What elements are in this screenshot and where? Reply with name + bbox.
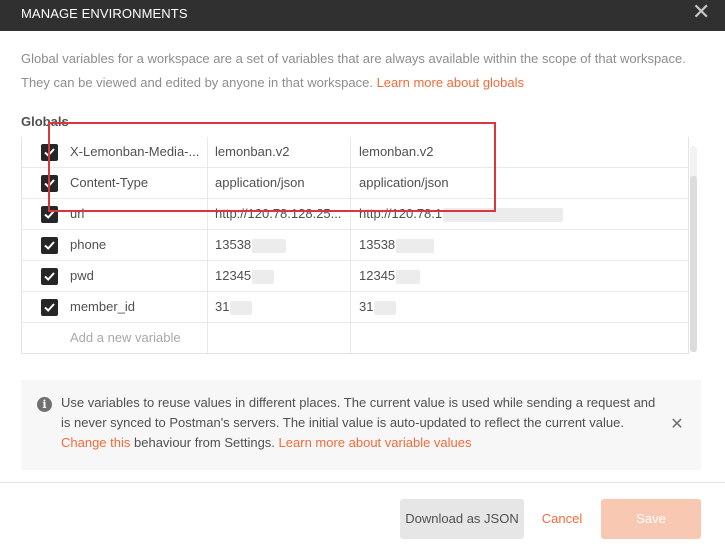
table-row: X-Lemonban-Media-... lemonban.v2 lemonba… <box>22 137 688 168</box>
variable-current-value[interactable]: 12345 <box>350 261 688 292</box>
globals-label: Globals <box>21 114 69 129</box>
variable-initial-value[interactable]: 31 <box>207 292 350 323</box>
row-enabled-checkbox[interactable] <box>41 144 58 161</box>
scrollbar-thumb[interactable] <box>690 176 697 352</box>
redaction-mark <box>443 207 564 222</box>
variable-current-value[interactable]: 31 <box>350 292 688 323</box>
variable-current-text: 12345 <box>359 268 396 283</box>
table-row: url http://120.78.128.25... http://120.7… <box>22 199 688 230</box>
checkbox-cell <box>22 137 60 168</box>
variable-key[interactable]: pwd <box>70 261 200 292</box>
variable-current-value[interactable]: lemonban.v2 <box>350 137 688 168</box>
variable-initial-text: 12345 <box>215 268 252 283</box>
variable-initial-value[interactable]: http://120.78.128.25... <box>207 199 350 230</box>
variable-initial-text: 13538 <box>215 237 252 252</box>
checkbox-cell <box>22 168 60 199</box>
checkbox-cell <box>22 199 60 230</box>
new-current-value-input[interactable] <box>350 323 688 353</box>
modal-footer: Download as JSON Cancel Save <box>0 482 725 559</box>
modal-titlebar: MANAGE ENVIRONMENTS ✕ <box>0 0 725 31</box>
variable-current-text: 31 <box>359 299 374 314</box>
table-scrollbar[interactable] <box>690 146 697 352</box>
save-button[interactable]: Save <box>601 499 701 539</box>
globals-description: Global variables for a workspace are a s… <box>21 47 711 95</box>
description-text: Global variables for a workspace are a s… <box>21 51 686 90</box>
checkbox-cell <box>22 261 60 292</box>
variable-key[interactable]: url <box>70 199 200 230</box>
info-message: Use variables to reuse values in differe… <box>61 395 656 430</box>
redaction-mark <box>374 300 397 315</box>
variable-key[interactable]: phone <box>70 230 200 261</box>
variable-key[interactable]: member_id <box>70 292 200 323</box>
variable-initial-text: 31 <box>215 299 230 314</box>
cancel-button[interactable]: Cancel <box>538 499 586 539</box>
variable-initial-value[interactable]: application/json <box>207 168 350 199</box>
table-row: member_id 31 31 <box>22 292 688 323</box>
variable-key[interactable]: X-Lemonban-Media-... <box>70 137 200 168</box>
add-variable-input[interactable]: Add a new variable <box>70 323 200 353</box>
variable-current-value[interactable]: application/json <box>350 168 688 199</box>
row-enabled-checkbox[interactable] <box>41 175 58 192</box>
learn-globals-link[interactable]: Learn more about globals <box>377 75 524 90</box>
redaction-mark <box>230 300 253 315</box>
row-enabled-checkbox[interactable] <box>41 299 58 316</box>
info-text: Use variables to reuse values in differe… <box>61 393 666 453</box>
variable-key[interactable]: Content-Type <box>70 168 200 199</box>
variable-initial-value[interactable]: 13538 <box>207 230 350 261</box>
checkbox-cell <box>22 323 60 353</box>
checkbox-cell <box>22 230 60 261</box>
download-json-button[interactable]: Download as JSON <box>400 499 524 539</box>
close-icon[interactable]: ✕ <box>692 1 710 24</box>
row-enabled-checkbox[interactable] <box>41 268 58 285</box>
variables-table: X-Lemonban-Media-... lemonban.v2 lemonba… <box>21 137 689 354</box>
table-row: Content-Type application/json applicatio… <box>22 168 688 199</box>
checkbox-cell <box>22 292 60 323</box>
row-enabled-checkbox[interactable] <box>41 206 58 223</box>
new-initial-value-input[interactable] <box>207 323 350 353</box>
variable-current-text: http://120.78.1 <box>359 206 443 221</box>
variable-initial-value[interactable]: lemonban.v2 <box>207 137 350 168</box>
info-banner: i Use variables to reuse values in diffe… <box>21 380 701 470</box>
row-enabled-checkbox[interactable] <box>41 237 58 254</box>
redaction-mark <box>252 238 287 253</box>
variable-current-text: 13538 <box>359 237 396 252</box>
learn-variables-link[interactable]: Learn more about variable values <box>279 435 472 450</box>
info-message-tail: behaviour from Settings. <box>134 435 275 450</box>
change-setting-link[interactable]: Change this <box>61 435 130 450</box>
variable-current-value[interactable]: 13538 <box>350 230 688 261</box>
redaction-mark <box>252 269 275 284</box>
table-row: pwd 12345 12345 <box>22 261 688 292</box>
table-row: phone 13538 13538 <box>22 230 688 261</box>
add-variable-row: Add a new variable <box>22 323 688 353</box>
variable-initial-value[interactable]: 12345 <box>207 261 350 292</box>
dismiss-info-icon[interactable]: ✕ <box>669 414 685 434</box>
info-icon: i <box>37 397 52 412</box>
variable-current-value[interactable]: http://120.78.1 <box>350 199 688 230</box>
redaction-mark <box>396 269 421 284</box>
modal-title: MANAGE ENVIRONMENTS <box>21 6 188 21</box>
redaction-mark <box>396 238 435 253</box>
